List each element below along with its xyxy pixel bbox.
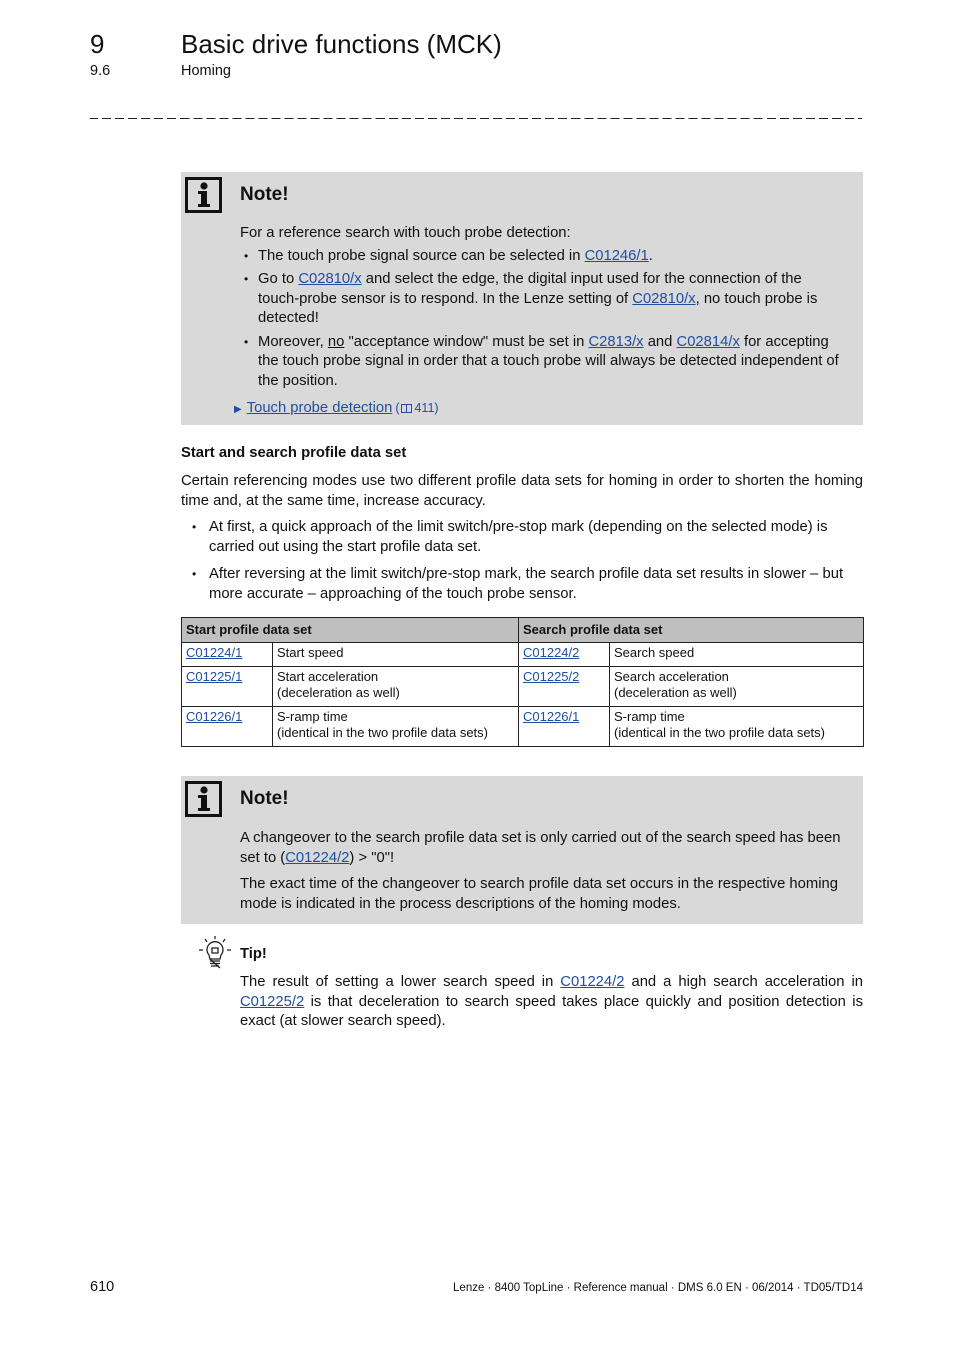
text: Search speed xyxy=(614,645,695,660)
text: Moreover, xyxy=(258,333,328,350)
cell: Search acceleration (deceleration as well… xyxy=(609,666,864,707)
link-start-code[interactable]: C01226/1 xyxy=(186,709,242,724)
section-intro: Certain referencing modes use two differ… xyxy=(181,473,863,509)
note-bullet-list: The touch probe signal source can be sel… xyxy=(240,247,843,392)
section-bullet: After reversing at the limit switch/pre-… xyxy=(190,565,863,604)
note-paragraph: A changeover to the search profile data … xyxy=(240,829,843,868)
note-body: For a reference search with touch probe … xyxy=(234,224,843,420)
note-box-changeover: Note! A changeover to the search profile… xyxy=(181,776,863,924)
text: ( xyxy=(395,401,400,415)
text: (deceleration as well) xyxy=(277,685,400,700)
text: Start acceleration xyxy=(277,669,379,684)
cell: Start acceleration (deceleration as well) xyxy=(272,666,519,707)
cell: C01226/1 xyxy=(181,706,273,747)
footer-text: Lenze · 8400 TopLine · Reference manual … xyxy=(453,1282,863,1294)
link-search-code[interactable]: C01224/2 xyxy=(523,645,579,660)
note-title: Note! xyxy=(240,788,289,809)
text: is that deceleration to search speed tak… xyxy=(240,993,863,1030)
link-c02810-x[interactable]: C02810/x xyxy=(632,291,695,307)
cell: Start speed xyxy=(272,642,519,667)
link-touch-probe-detection[interactable]: Touch probe detection xyxy=(247,399,393,419)
note-box-touch-probe: Note! For a reference search with touch … xyxy=(181,172,863,425)
text: and xyxy=(643,333,677,350)
table-row: C01224/1 Start speed C01224/2 Search spe… xyxy=(181,642,864,667)
text: The touch probe signal source can be sel… xyxy=(258,247,585,264)
text: (identical in the two profile data sets) xyxy=(614,725,825,740)
cell: S-ramp time (identical in the two profile… xyxy=(272,706,519,747)
link-c01225-2[interactable]: C01225/2 xyxy=(240,994,304,1010)
link-c01246-1[interactable]: C01246/1 xyxy=(585,248,649,264)
cell: C01225/1 xyxy=(181,666,273,707)
note-bullet: The touch probe signal source can be sel… xyxy=(240,247,843,267)
text: Start speed xyxy=(277,645,344,660)
note-title: Note! xyxy=(240,184,289,205)
link-search-code[interactable]: C01225/2 xyxy=(523,669,579,684)
link-c01224-2[interactable]: C01224/2 xyxy=(285,850,349,866)
link-c02814-x[interactable]: C02814/x xyxy=(677,334,740,350)
note-paragraph: The exact time of the changeover to sear… xyxy=(240,876,838,912)
section-bullet-list: At first, a quick approach of the limit … xyxy=(190,518,863,612)
text: ) > "0"! xyxy=(349,849,395,866)
info-icon xyxy=(185,177,222,213)
text: (identical in the two profile data sets) xyxy=(277,725,488,740)
text: and a high search acceleration in xyxy=(624,974,863,990)
text: (deceleration as well) xyxy=(614,685,737,700)
cell: C01225/2 xyxy=(518,666,610,707)
note-bullet: Moreover, no "acceptance window" must be… xyxy=(240,333,843,392)
cell: C01224/1 xyxy=(181,642,273,667)
section-heading: Start and search profile data set xyxy=(181,445,407,461)
note-intro: For a reference search with touch probe … xyxy=(240,225,571,241)
text: ) xyxy=(434,401,439,415)
section-bullet: At first, a quick approach of the limit … xyxy=(190,518,863,557)
book-icon xyxy=(401,404,413,413)
text: 411 xyxy=(414,401,435,415)
chapter-number: 9 xyxy=(90,29,105,59)
link-start-code[interactable]: C01225/1 xyxy=(186,669,242,684)
info-icon xyxy=(185,781,222,817)
note-body: A changeover to the search profile data … xyxy=(240,829,843,914)
cell: C01224/2 xyxy=(518,642,610,667)
cell: S-ramp time (identical in the two profile… xyxy=(609,706,864,747)
cell: Search speed xyxy=(609,642,864,667)
triangle-right-icon: ▶ xyxy=(234,404,242,415)
table-row: C01226/1 S-ramp time (identical in the tw… xyxy=(181,706,864,747)
text: "acceptance window" must be set in xyxy=(344,333,589,350)
text: The result of setting a lower search spe… xyxy=(240,974,561,990)
cell: C01226/1 xyxy=(518,706,610,747)
cross-reference: ▶ Touch probe detection (411) xyxy=(234,399,843,420)
note-bullet: Go to C02810/x and select the edge, the … xyxy=(240,270,843,329)
profile-data-table: Start profile data set Search profile da… xyxy=(181,617,864,747)
text: . xyxy=(648,247,653,264)
section-title: Homing xyxy=(181,63,231,79)
text: S-ramp time xyxy=(614,709,685,724)
page-number: 610 xyxy=(90,1279,115,1295)
page-reference[interactable]: (411) xyxy=(395,399,438,419)
tip-title: Tip! xyxy=(240,946,267,962)
header-start-profile: Start profile data set xyxy=(181,617,519,643)
section-number: 9.6 xyxy=(90,63,111,79)
link-c02810-x[interactable]: C02810/x xyxy=(298,271,361,287)
text: Search acceleration xyxy=(614,669,729,684)
text: S-ramp time xyxy=(277,709,348,724)
header-divider xyxy=(90,118,862,119)
link-c2813-x[interactable]: C2813/x xyxy=(588,334,643,350)
link-search-code[interactable]: C01226/1 xyxy=(523,709,579,724)
link-c01224-2[interactable]: C01224/2 xyxy=(560,974,624,990)
text: Go to xyxy=(258,271,299,287)
table-row: C01225/1 Start acceleration (deceleration… xyxy=(181,666,864,707)
header-search-profile: Search profile data set xyxy=(518,617,864,643)
tip-body: The result of setting a lower search spe… xyxy=(240,973,863,1032)
lightbulb-icon xyxy=(197,935,233,971)
table-header-row: Start profile data set Search profile da… xyxy=(181,617,864,643)
chapter-title: Basic drive functions (MCK) xyxy=(181,29,502,59)
emphasis: no xyxy=(327,333,345,350)
link-start-code[interactable]: C01224/1 xyxy=(186,645,242,660)
